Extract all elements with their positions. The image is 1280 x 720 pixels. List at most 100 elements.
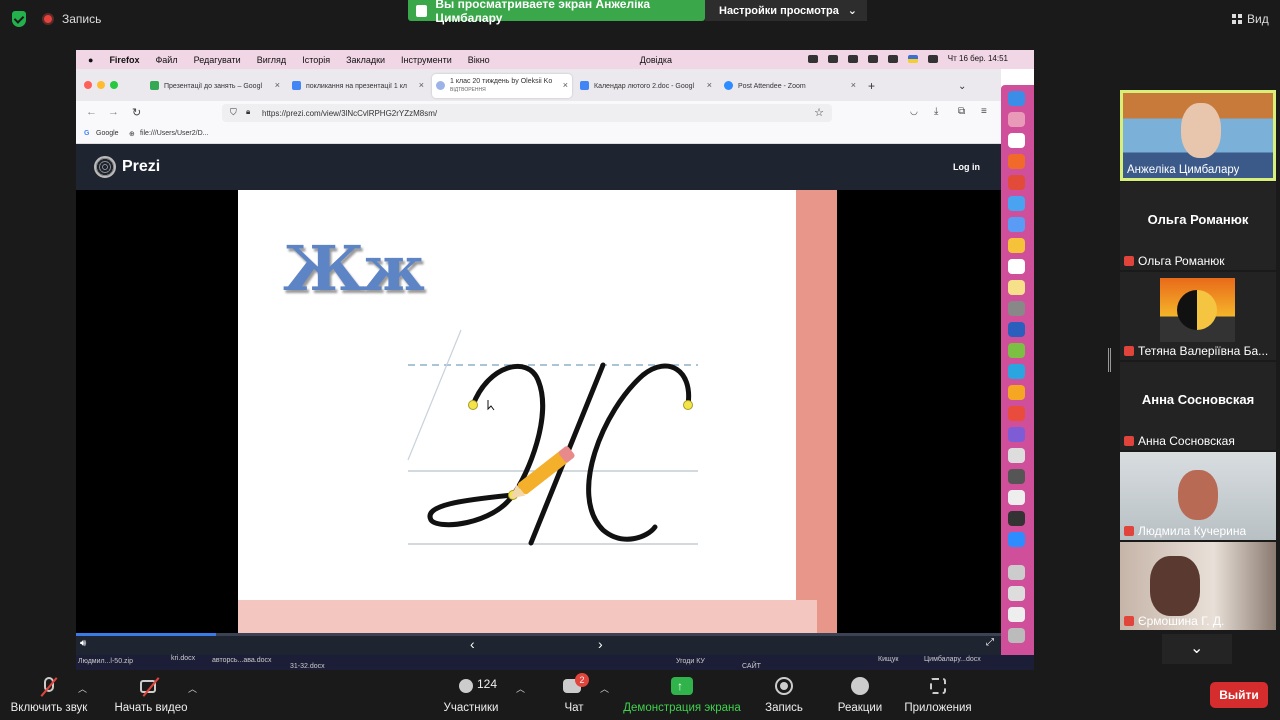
battery-icon[interactable] bbox=[867, 54, 878, 63]
prev-slide-icon[interactable]: ‹ bbox=[470, 636, 475, 652]
menu-window[interactable]: Вікно bbox=[468, 55, 490, 65]
audio-options-caret-icon[interactable]: ︿ bbox=[78, 682, 87, 695]
browser-tab[interactable]: Презентації до занять – Googl × bbox=[146, 74, 284, 98]
desktop-file[interactable]: Цимбалару...docx bbox=[924, 656, 981, 663]
notes-icon[interactable] bbox=[1008, 280, 1025, 295]
anydesk-icon[interactable] bbox=[1008, 406, 1025, 421]
terminal-icon[interactable] bbox=[1008, 511, 1025, 526]
photos-icon[interactable] bbox=[1008, 238, 1025, 253]
reload-icon[interactable]: ↻ bbox=[132, 106, 141, 119]
telegram-icon[interactable] bbox=[1008, 364, 1025, 379]
folder-icon[interactable] bbox=[1008, 586, 1025, 601]
menu-edit[interactable]: Редагувати bbox=[194, 55, 241, 65]
reminders-icon[interactable] bbox=[1008, 259, 1025, 274]
grid-view-icon[interactable] bbox=[1232, 14, 1242, 24]
mail-icon[interactable] bbox=[1008, 217, 1025, 232]
record-button[interactable]: Запись bbox=[760, 672, 808, 720]
folder-icon[interactable] bbox=[1008, 565, 1025, 580]
prezi-logo-icon[interactable] bbox=[94, 156, 116, 178]
share-screen-button[interactable]: ↑ Демонстрация экрана bbox=[622, 672, 742, 720]
menu-file[interactable]: Файл bbox=[155, 55, 177, 65]
menu-bookmarks[interactable]: Закладки bbox=[346, 55, 385, 65]
desktop-file[interactable]: САЙТ bbox=[742, 663, 761, 670]
close-window-icon[interactable] bbox=[84, 81, 92, 89]
desktop-file[interactable]: Кищук bbox=[878, 656, 898, 663]
security-shield-icon[interactable] bbox=[12, 11, 26, 27]
bookmark-star-icon[interactable]: ☆ bbox=[814, 106, 824, 119]
trash-icon[interactable] bbox=[1008, 628, 1025, 643]
flag-icon[interactable] bbox=[907, 54, 918, 63]
participant-tile-active[interactable]: Анжеліка Цимбалару bbox=[1120, 90, 1276, 181]
url-bar[interactable]: ⛉ 🔒︎ https://prezi.com/view/3lNcCvlRPHG2… bbox=[222, 104, 832, 122]
desktop-file[interactable]: Людмил...l-50.zip bbox=[78, 658, 133, 665]
status-icon[interactable] bbox=[807, 54, 818, 63]
desktop-file[interactable]: kri.docx bbox=[171, 655, 195, 662]
participants-button[interactable]: 124 Участники bbox=[440, 672, 502, 720]
unmute-button[interactable]: Включить звук bbox=[8, 672, 90, 720]
close-icon[interactable]: × bbox=[275, 80, 280, 90]
extensions-icon[interactable]: ⧉ bbox=[958, 106, 965, 117]
menu-view[interactable]: Вигляд bbox=[257, 55, 287, 65]
view-button[interactable]: Вид bbox=[1247, 12, 1269, 26]
leave-button[interactable]: Выйти bbox=[1210, 682, 1268, 708]
participant-tile[interactable]: Ольга Романюк Ольга Романюк bbox=[1120, 182, 1276, 270]
apps-button[interactable]: Приложения bbox=[900, 672, 976, 720]
bookmark-google[interactable]: Google bbox=[96, 130, 119, 137]
participant-tile[interactable]: Анна Сосновская Анна Сосновская bbox=[1120, 362, 1276, 450]
browser-tab[interactable]: Post Attendee - Zoom × bbox=[720, 74, 860, 98]
chat-caret-icon[interactable]: ︿ bbox=[600, 682, 609, 695]
finder-icon[interactable] bbox=[1008, 91, 1025, 106]
pocket-icon[interactable]: ◡ bbox=[910, 106, 918, 117]
bluetooth-icon[interactable] bbox=[847, 54, 858, 63]
lock-icon[interactable]: 🔒︎ bbox=[246, 107, 250, 117]
download-icon[interactable]: ⤓ bbox=[934, 106, 938, 117]
folder-icon[interactable] bbox=[1008, 607, 1025, 622]
browser-tab-active[interactable]: 1 клас 20 тиждень by Oleksii Ko ВІДТВОРЕН… bbox=[432, 74, 572, 98]
prezi-logo[interactable]: Prezi bbox=[122, 158, 160, 176]
close-icon[interactable]: × bbox=[707, 80, 712, 90]
firefox-icon[interactable] bbox=[1008, 154, 1025, 169]
status-icon[interactable] bbox=[827, 54, 838, 63]
close-icon[interactable]: × bbox=[851, 80, 856, 90]
next-slide-icon[interactable]: › bbox=[598, 636, 603, 652]
settings-icon[interactable] bbox=[1008, 301, 1025, 316]
browser-tab[interactable]: Календар лютого 2.doc - Googl × bbox=[576, 74, 716, 98]
participant-tile[interactable]: Людмила Кучерина bbox=[1120, 452, 1276, 540]
launchpad-icon[interactable] bbox=[1008, 112, 1025, 127]
apple-icon[interactable]: ● bbox=[88, 55, 93, 65]
viber-icon[interactable] bbox=[1008, 427, 1025, 442]
menu-help[interactable]: Довідка bbox=[640, 55, 672, 65]
desktop-file[interactable]: авторсь...ава.docx bbox=[212, 657, 272, 664]
reactions-button[interactable]: Реакции bbox=[834, 672, 886, 720]
new-tab-icon[interactable]: + bbox=[864, 74, 884, 98]
shield-icon[interactable]: ⛉ bbox=[230, 107, 237, 118]
volume-icon[interactable]: 🔊︎ bbox=[80, 638, 86, 649]
wifi-icon[interactable] bbox=[887, 54, 898, 63]
forward-arrow-icon[interactable]: → bbox=[108, 106, 119, 118]
participant-tile[interactable]: Єрмошина Г. Д. bbox=[1120, 542, 1276, 630]
zoom-icon[interactable] bbox=[1008, 532, 1025, 547]
minimize-window-icon[interactable] bbox=[97, 81, 105, 89]
gallery-scroll-down[interactable]: ⌄ bbox=[1162, 634, 1232, 664]
app-icon[interactable] bbox=[1008, 490, 1025, 505]
app-icon[interactable] bbox=[1008, 448, 1025, 463]
safari-icon[interactable] bbox=[1008, 196, 1025, 211]
chrome-icon[interactable] bbox=[1008, 175, 1025, 190]
menu-icon[interactable]: ≡ bbox=[981, 106, 987, 117]
chat-button[interactable]: 2 Чат bbox=[558, 672, 590, 720]
fullscreen-icon[interactable]: ⤢ bbox=[986, 637, 994, 648]
tab-list-chevron-icon[interactable]: ⌄ bbox=[954, 74, 974, 98]
close-icon[interactable]: × bbox=[419, 80, 424, 90]
back-arrow-icon[interactable]: ← bbox=[86, 106, 97, 118]
recording-label[interactable]: Запись bbox=[62, 12, 101, 26]
search-icon[interactable] bbox=[927, 54, 938, 63]
desktop-file[interactable]: Угоди КУ bbox=[676, 658, 705, 665]
start-video-button[interactable]: Начать видео bbox=[112, 672, 190, 720]
participants-caret-icon[interactable]: ︿ bbox=[516, 682, 525, 695]
word-icon[interactable] bbox=[1008, 322, 1025, 337]
view-settings-button[interactable]: Настройки просмотра ⌄ bbox=[705, 0, 867, 21]
maximize-window-icon[interactable] bbox=[110, 81, 118, 89]
app-icon[interactable] bbox=[1008, 469, 1025, 484]
menu-firefox[interactable]: Firefox bbox=[109, 55, 139, 65]
desktop-file[interactable]: 31-32.docx bbox=[290, 663, 325, 670]
